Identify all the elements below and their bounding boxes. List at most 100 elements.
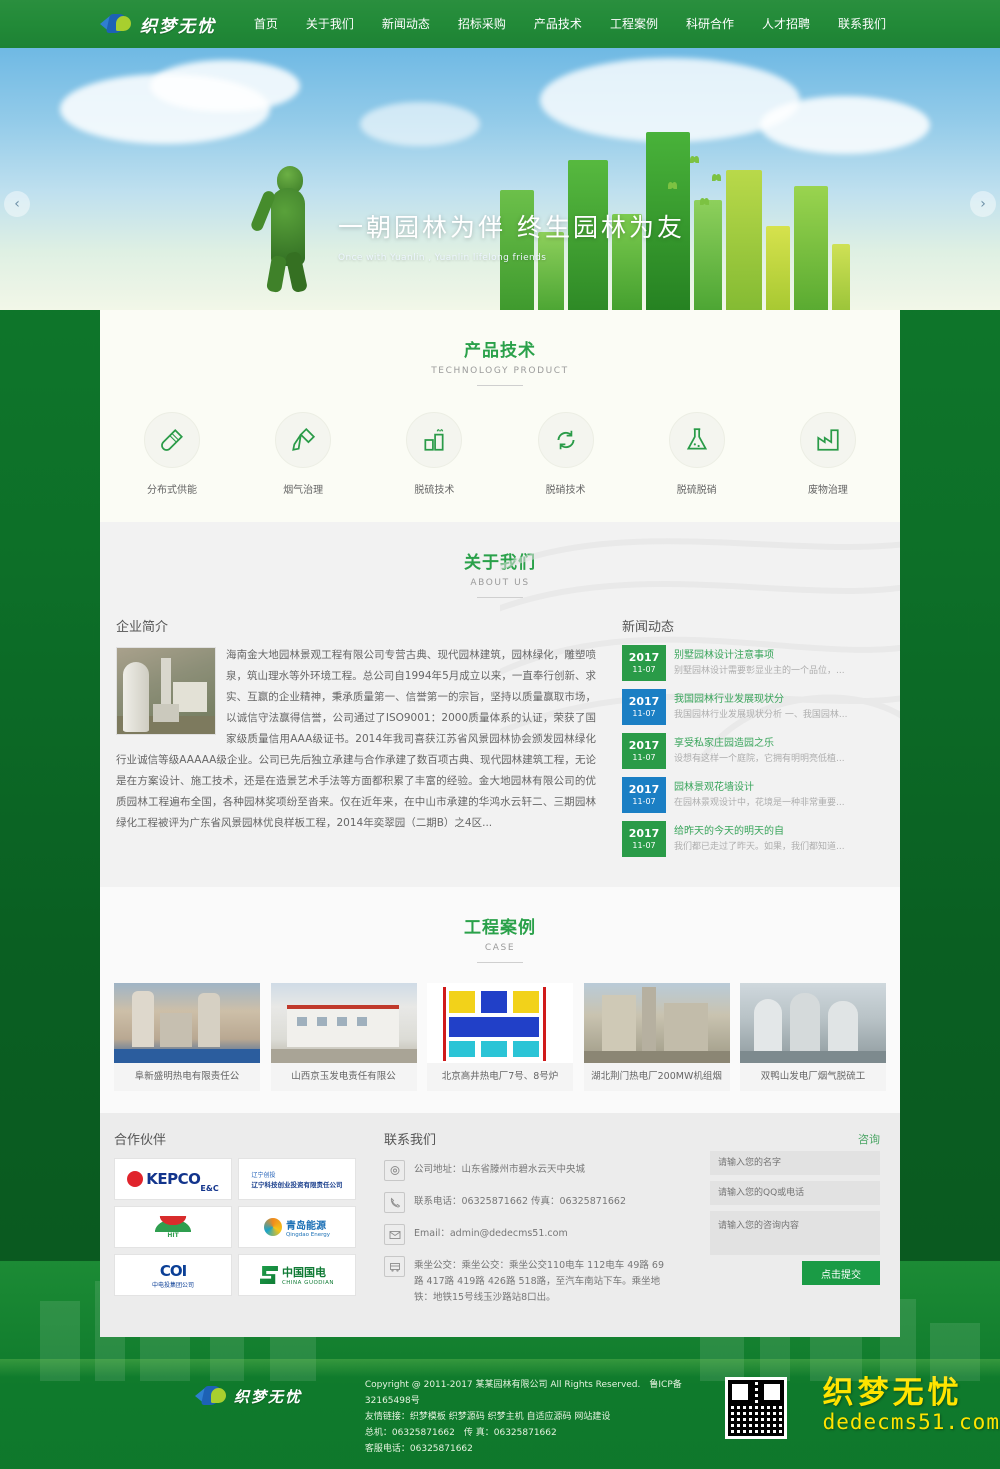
news-heading: 新闻动态	[622, 620, 675, 635]
news-year: 2017	[628, 650, 660, 664]
contact-block: 联系我们 咨询 公司地址：山东省滕州市碧水云天中央城 联系电话：06325871…	[384, 1129, 886, 1317]
news-title[interactable]: 我国园林行业发展现状分	[674, 690, 847, 705]
case-caption: 双鸭山发电厂烟气脱硫工	[760, 1071, 866, 1082]
nav-item-products[interactable]: 产品技术	[520, 0, 596, 48]
footer-logo-text: 织梦无忧	[234, 1387, 303, 1406]
contact-row-address: 公司地址：山东省滕州市碧水云天中央城	[384, 1160, 664, 1181]
contact-row-transit: 乘坐公交：乘坐公交：乘坐公交110电车 112电车 49路 69路 417路 4…	[384, 1256, 664, 1306]
company-photo	[116, 647, 216, 735]
consult-form: 点击提交	[710, 1151, 880, 1285]
qq-phone-input[interactable]	[710, 1181, 880, 1205]
name-input[interactable]	[710, 1151, 880, 1175]
news-date-badge: 2017 11-07	[622, 777, 666, 813]
case-caption: 阜新盛明热电有限责任公	[134, 1071, 240, 1082]
nav-item-cases[interactable]: 工程案例	[596, 0, 672, 48]
product-item-desulf-denit[interactable]: 脱硫脱硝	[643, 412, 751, 496]
partner-logo-china-guodian[interactable]: 中国国电 CHINA GUODIAN	[238, 1254, 356, 1296]
partner-name: 中电投集团公司	[151, 1281, 194, 1289]
recycle-icon	[537, 412, 594, 468]
case-caption: 山西京玉发电责任有限公	[291, 1071, 396, 1082]
news-title[interactable]: 别墅园林设计注意事项	[674, 646, 845, 661]
case-image	[270, 983, 417, 1063]
partner-name: 辽宁科技创业投资有限责任公司	[251, 1180, 343, 1189]
banner-text: 一朝园林为伴 终生园林为友 Once with Yuanlin , Yuanli…	[338, 208, 685, 263]
news-title[interactable]: 给昨天的今天的明天的自	[674, 822, 845, 837]
message-textarea[interactable]	[710, 1211, 880, 1255]
partner-sub: 辽宁创投	[251, 1171, 276, 1179]
section-subtitle: CASE	[484, 943, 516, 953]
news-item[interactable]: 2017 11-07 我国园林行业发展现状分 我国园林行业发展现状分析 一、我国…	[622, 689, 884, 725]
nav-item-research[interactable]: 科研合作	[672, 0, 748, 48]
news-day: 11-07	[632, 664, 656, 674]
nav-item-about[interactable]: 关于我们	[292, 0, 368, 48]
nav-item-news[interactable]: 新闻动态	[368, 0, 444, 48]
friend-links[interactable]: 织梦模板 织梦源码 织梦主机 自适应源码 网站建设	[410, 1412, 610, 1422]
case-card[interactable]: 北京高井热电厂7号、8号炉	[427, 983, 573, 1091]
submit-button[interactable]: 点击提交	[802, 1261, 880, 1285]
news-date-badge: 2017 11-07	[622, 821, 666, 857]
news-year: 2017	[628, 738, 660, 752]
contact-heading: 联系我们	[384, 1133, 437, 1148]
product-label: 废物治理	[807, 485, 848, 496]
partner-logo-kepco[interactable]: KEPCO E&C	[114, 1158, 232, 1200]
contact-text: Email：admin@dedecms51.com	[414, 1228, 568, 1239]
banner-subtitle: Once with Yuanlin , Yuanlin lifelong fri…	[338, 253, 547, 263]
contact-text: 联系电话：06325871662 传真：06325871662	[414, 1196, 626, 1207]
nav-item-jobs[interactable]: 人才招聘	[748, 0, 824, 48]
news-item[interactable]: 2017 11-07 享受私家庄园造园之乐 设想有这样一个庭院，它拥有明明亮低植…	[622, 733, 884, 769]
site-footer: 织梦无忧 Copyright @ 2011-2017 某某园林有限公司 All …	[0, 1281, 1000, 1469]
product-label: 脱硫技术	[414, 485, 455, 496]
case-card[interactable]: 双鸭山发电厂烟气脱硫工	[740, 983, 886, 1091]
site-logo[interactable]: 织梦无忧	[100, 12, 222, 37]
news-year: 2017	[628, 782, 660, 796]
news-item[interactable]: 2017 11-07 别墅园林设计注意事项 别墅园林设计需要彰显业主的一个品位，…	[622, 645, 884, 681]
news-title[interactable]: 园林景观花墙设计	[674, 778, 845, 793]
partner-logo-qingdao-energy[interactable]: 青岛能源 Qingdao Energy	[238, 1206, 356, 1248]
partner-sub: E&C	[200, 1184, 219, 1193]
product-item-waste-treatment[interactable]: 废物治理	[774, 412, 882, 496]
cloud-decoration	[150, 60, 300, 112]
nav-item-contact[interactable]: 联系我们	[824, 0, 900, 48]
case-card[interactable]: 阜新盛明热电有限责任公	[114, 983, 260, 1091]
partner-name: 青岛能源	[285, 1220, 326, 1232]
watermark: 织梦无忧 dedecms51.com	[822, 1375, 1000, 1435]
consult-label: 咨询	[858, 1133, 880, 1146]
watermark-cn: 织梦无忧	[822, 1375, 963, 1411]
news-year: 2017	[628, 694, 660, 708]
partner-logo-coi[interactable]: COI 中电投集团公司	[114, 1254, 232, 1296]
case-card[interactable]: 湖北荆门热电厂200MW机组烟	[583, 983, 730, 1091]
contact-text: 乘坐公交：乘坐公交：乘坐公交110电车 112电车 49路 69路 417路 4…	[414, 1260, 665, 1303]
product-item-flue-gas[interactable]: 烟气治理	[249, 412, 357, 496]
carousel-next-arrow-icon[interactable]: ›	[970, 191, 996, 217]
news-date-badge: 2017 11-07	[622, 645, 666, 681]
nav-item-home[interactable]: 首页	[244, 0, 292, 48]
news-day: 11-07	[632, 752, 656, 762]
news-item[interactable]: 2017 11-07 园林景观花墙设计 在园林景观设计中，花境是一种非常重要..…	[622, 777, 884, 813]
product-label: 脱硫脱硝	[676, 485, 717, 496]
partner-logo-liaoning-chuangtou[interactable]: 辽宁创投 辽宁科技创业投资有限责任公司	[238, 1158, 356, 1200]
news-title[interactable]: 享受私家庄园造园之乐	[674, 734, 845, 749]
partner-sub: COI	[159, 1261, 187, 1280]
footer-logo[interactable]: 织梦无忧	[195, 1377, 345, 1407]
partner-sub: CHINA GUODIAN	[281, 1280, 335, 1286]
cases-section: 工程案例 CASE 阜新盛明热电有限责任公 山西京玉发电责任有限公 北京高井热电…	[100, 887, 900, 1113]
partner-logo-hit[interactable]: HIT	[114, 1206, 232, 1248]
news-item[interactable]: 2017 11-07 给昨天的今天的明天的自 我们都已走过了昨天。如果，我们都知…	[622, 821, 884, 857]
case-card[interactable]: 山西京玉发电责任有限公	[270, 983, 417, 1091]
section-title: 产品技术	[464, 341, 536, 361]
case-caption: 北京高井热电厂7号、8号炉	[441, 1071, 559, 1082]
news-day: 11-07	[632, 796, 656, 806]
nav-item-bidding[interactable]: 招标采购	[444, 0, 520, 48]
qr-code-image	[724, 1377, 787, 1439]
partner-sub: Qingdao Energy	[285, 1231, 331, 1238]
product-item-distributed-energy[interactable]: 分布式供能	[118, 412, 226, 496]
main-navigation: 首页 关于我们 新闻动态 招标采购 产品技术 工程案例 科研合作 人才招聘 联系…	[244, 0, 900, 48]
carousel-prev-arrow-icon[interactable]: ‹	[4, 191, 30, 217]
product-item-desulfurization[interactable]: 脱硫技术	[380, 412, 488, 496]
bottom-section: 合作伙伴 KEPCO E&C 辽宁创投 辽宁科技创业投资有限责任公司 HIT 青…	[100, 1113, 900, 1337]
case-image	[583, 983, 730, 1063]
product-item-denitrification[interactable]: 脱硝技术	[512, 412, 620, 496]
grass-divider	[0, 1359, 1000, 1377]
factory-chart-icon	[799, 412, 856, 468]
butterfly-icon	[712, 174, 721, 181]
